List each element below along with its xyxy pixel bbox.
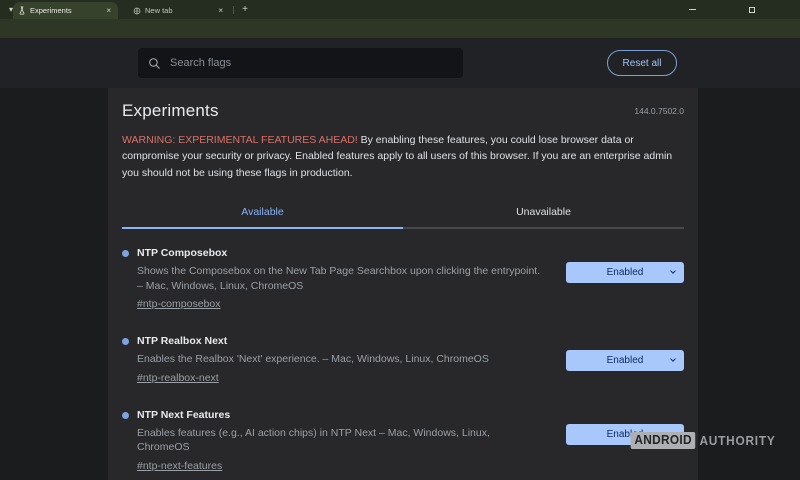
maximize-icon (749, 7, 755, 13)
window-minimize-button[interactable] (680, 0, 704, 19)
chevron-down-icon (670, 356, 676, 362)
browser-tab-experiments[interactable]: Experiments × (13, 2, 118, 19)
flag-row: NTP Realbox Next Enables the Realbox 'Ne… (122, 335, 684, 385)
globe-icon (133, 7, 141, 15)
tab-available[interactable]: Available (122, 198, 403, 229)
flag-status-dot (122, 412, 129, 419)
tab-strip: ▾ Experiments × New tab × + (0, 0, 800, 19)
version-number: 144.0.7502.0 (634, 106, 684, 116)
flag-permalink[interactable]: #ntp-composebox (137, 298, 220, 310)
watermark-android: ANDROID (631, 432, 696, 449)
search-input[interactable] (170, 57, 453, 69)
search-box[interactable] (138, 48, 463, 78)
flag-name: NTP Realbox Next (137, 335, 544, 347)
browser-tab-new-tab[interactable]: New tab × (128, 2, 230, 19)
flag-permalink[interactable]: #ntp-next-features (137, 460, 222, 472)
flag-permalink[interactable]: #ntp-realbox-next (137, 372, 219, 384)
flag-value-select[interactable]: Enabled (566, 350, 684, 371)
page-background: Experiments 144.0.7502.0 WARNING: EXPERI… (0, 88, 800, 480)
tab-unavailable[interactable]: Unavailable (403, 198, 684, 229)
flag-status-dot (122, 250, 129, 257)
page-title: Experiments (122, 101, 219, 121)
flag-row: NTP Composebox Shows the Composebox on t… (122, 247, 684, 312)
minimize-icon (689, 9, 696, 10)
close-icon[interactable]: × (216, 6, 225, 15)
reset-all-button[interactable]: Reset all (607, 50, 677, 76)
tab-title: Experiments (30, 6, 100, 15)
tab-separator (233, 6, 234, 14)
search-icon (148, 57, 161, 70)
flag-value-select[interactable]: Enabled (566, 262, 684, 283)
close-icon[interactable]: × (104, 6, 113, 15)
warning-highlight: WARNING: EXPERIMENTAL FEATURES AHEAD! (122, 134, 358, 146)
flag-description: Shows the Composebox on the New Tab Page… (137, 264, 544, 293)
select-value: Enabled (607, 267, 644, 278)
flags-search-toolbar: Reset all (0, 38, 800, 88)
plus-icon: + (242, 4, 248, 15)
select-value: Enabled (607, 355, 644, 366)
window-maximize-button[interactable] (740, 0, 764, 19)
browser-toolbar: ← → Chrome chrome://flags ☆ (0, 19, 800, 38)
android-authority-watermark: ANDROID AUTHORITY (631, 432, 776, 449)
new-tab-button[interactable]: + (238, 3, 252, 16)
flag-description: Enables the Realbox 'Next' experience. –… (137, 352, 544, 366)
flask-icon (18, 6, 26, 15)
content-column: Experiments 144.0.7502.0 WARNING: EXPERI… (108, 88, 698, 480)
watermark-authority: AUTHORITY (700, 434, 776, 448)
flag-status-dot (122, 338, 129, 345)
flag-row: NTP Next Features Enables features (e.g.… (122, 409, 684, 474)
flag-description: Enables features (e.g., AI action chips)… (137, 426, 544, 455)
flag-name: NTP Next Features (137, 409, 544, 421)
flag-name: NTP Composebox (137, 247, 544, 259)
availability-tabs: Available Unavailable (122, 198, 684, 229)
experimental-warning: WARNING: EXPERIMENTAL FEATURES AHEAD! By… (122, 132, 684, 181)
chevron-down-icon (670, 268, 676, 274)
tab-title: New tab (145, 6, 212, 15)
